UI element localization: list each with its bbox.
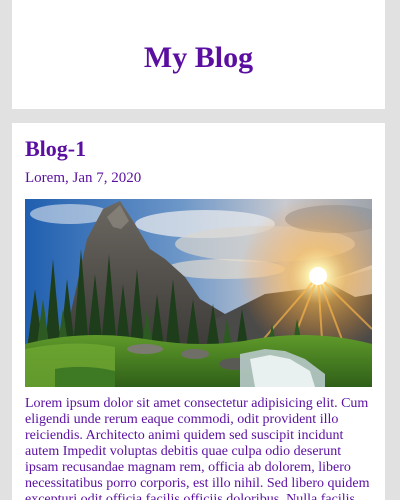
page: My Blog Blog-1 Lorem, Jan 7, 2020 Lorem … [0,0,400,500]
blog-header: My Blog [12,0,385,109]
post-image [25,199,372,387]
blog-title: My Blog [143,41,254,74]
post-title[interactable]: Blog-1 [25,136,372,162]
post-body: Lorem ipsum dolor sit amet consectetur a… [25,396,370,500]
post-meta: Lorem, Jan 7, 2020 [25,170,142,186]
blog-post-card: Blog-1 Lorem, Jan 7, 2020 Lorem ipsum do… [12,123,385,500]
